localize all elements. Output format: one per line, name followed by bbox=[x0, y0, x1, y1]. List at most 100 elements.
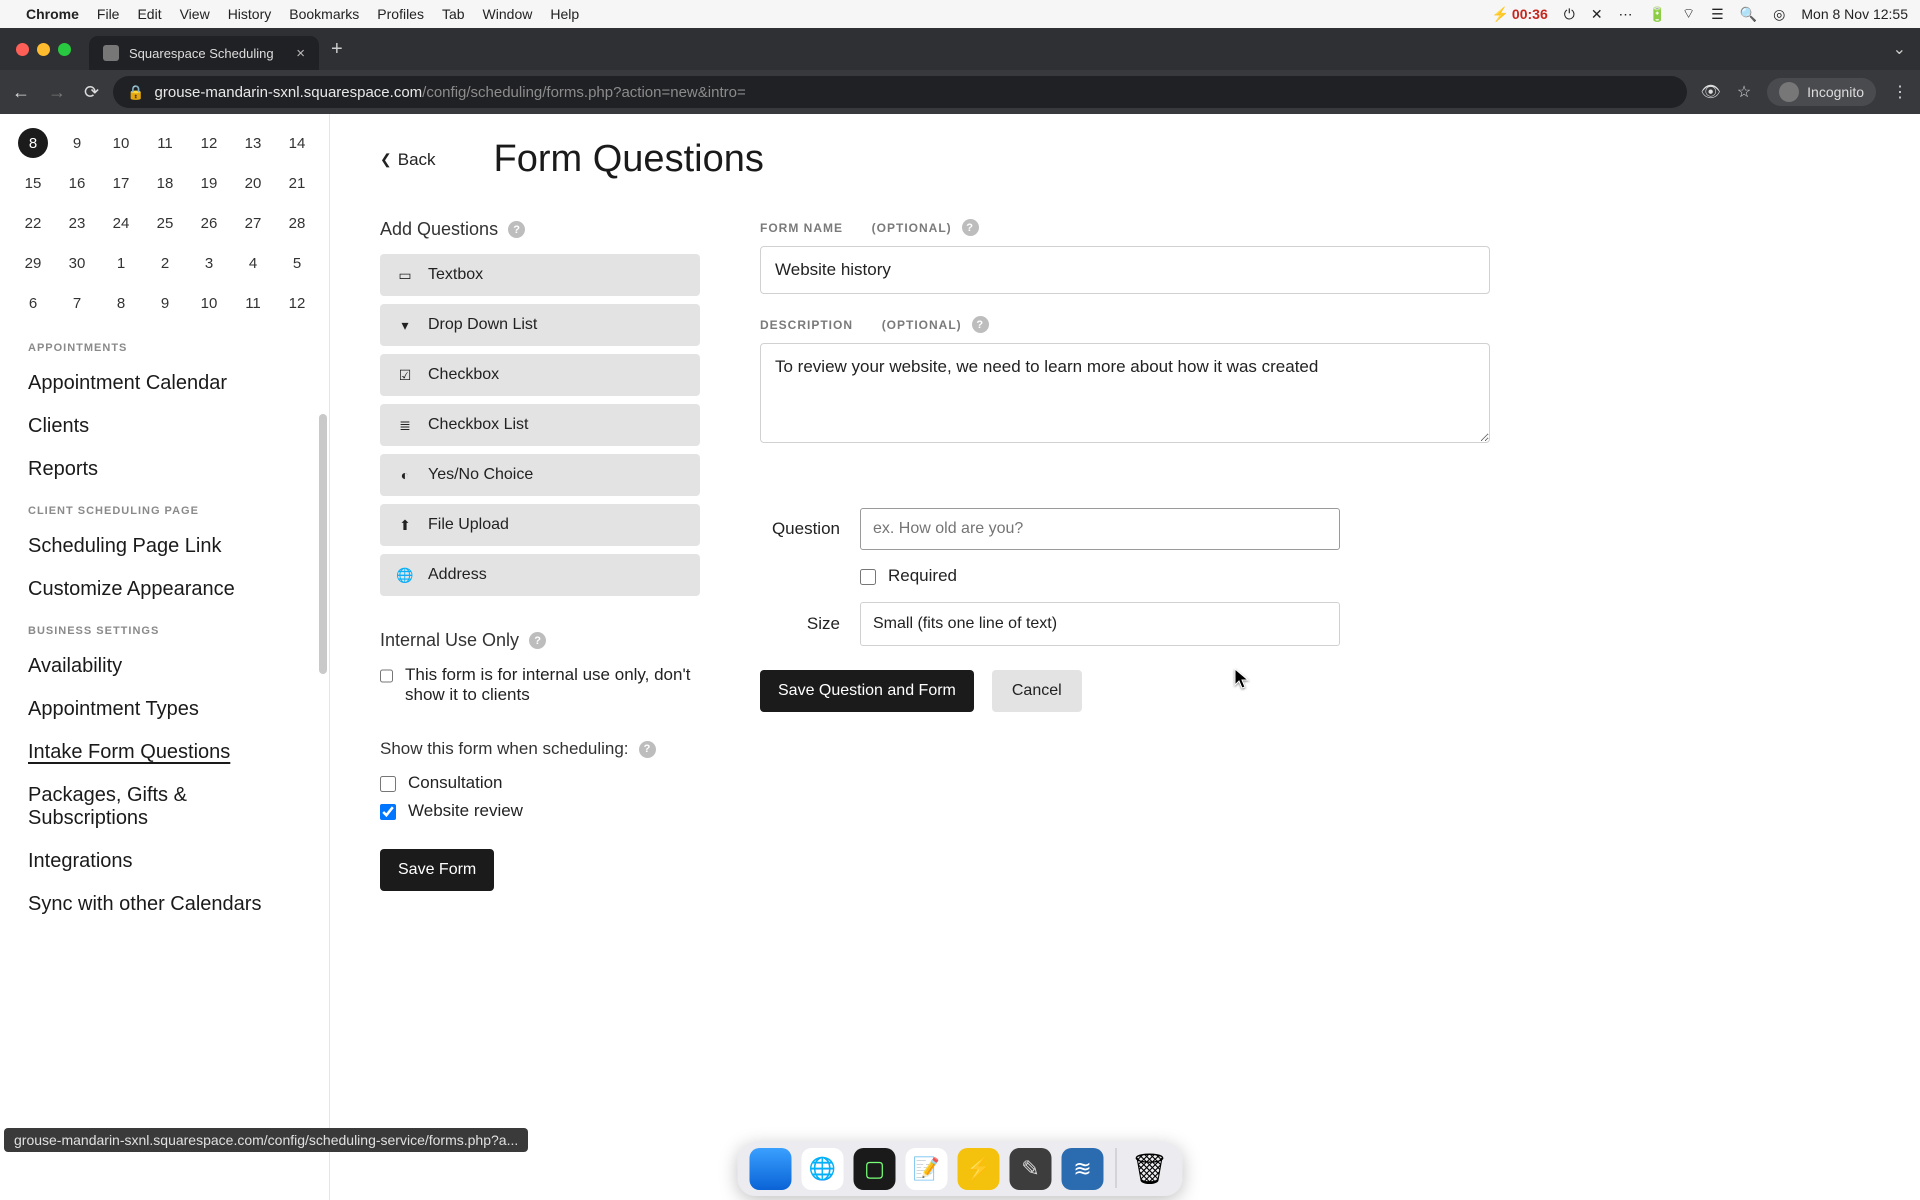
form-name-input[interactable] bbox=[760, 246, 1490, 294]
question-type-button[interactable]: ⬆File Upload bbox=[380, 504, 700, 546]
calendar-day[interactable]: 14 bbox=[282, 128, 312, 158]
calendar-day[interactable]: 12 bbox=[282, 288, 312, 318]
nav-back-icon[interactable]: ← bbox=[12, 82, 30, 103]
calendar-day[interactable]: 13 bbox=[238, 128, 268, 158]
tabs-overflow-icon[interactable]: ⌄ bbox=[1893, 39, 1906, 59]
sidebar-item[interactable]: Appointment Calendar bbox=[0, 362, 329, 405]
sidebar-scrollbar[interactable] bbox=[319, 414, 327, 674]
menu-file[interactable]: File bbox=[97, 6, 120, 22]
calendar-day[interactable]: 30 bbox=[62, 248, 92, 278]
required-checkbox[interactable] bbox=[860, 569, 876, 585]
calendar-day[interactable]: 11 bbox=[238, 288, 268, 318]
menu-view[interactable]: View bbox=[180, 6, 210, 22]
dock-trash-icon[interactable]: 🗑 bbox=[1129, 1148, 1171, 1190]
window-maximize-button[interactable] bbox=[58, 43, 71, 56]
calendar-day[interactable]: 9 bbox=[150, 288, 180, 318]
tab-close-icon[interactable]: × bbox=[296, 45, 305, 62]
calendar-day[interactable]: 8 bbox=[18, 128, 48, 158]
browser-tab[interactable]: Squarespace Scheduling × bbox=[89, 36, 319, 70]
sidebar-item[interactable]: Clients bbox=[0, 405, 329, 448]
statusbar-icon[interactable]: ✕ bbox=[1591, 6, 1603, 23]
calendar-day[interactable]: 9 bbox=[62, 128, 92, 158]
menu-bookmarks[interactable]: Bookmarks bbox=[289, 6, 359, 22]
menubar-clock[interactable]: Mon 8 Nov 12:55 bbox=[1801, 6, 1908, 22]
control-center-icon[interactable]: ☰ bbox=[1711, 6, 1724, 23]
size-select[interactable]: Small (fits one line of text) bbox=[860, 602, 1340, 646]
schedule-option-row[interactable]: Website review bbox=[380, 801, 700, 821]
question-input[interactable] bbox=[860, 508, 1340, 550]
calendar-day[interactable]: 22 bbox=[18, 208, 48, 238]
help-icon[interactable]: ? bbox=[508, 221, 525, 238]
calendar-day[interactable]: 18 bbox=[150, 168, 180, 198]
calendar-day[interactable]: 23 bbox=[62, 208, 92, 238]
siri-icon[interactable]: ◎ bbox=[1773, 6, 1785, 23]
address-bar[interactable]: 🔒 grouse-mandarin-sxnl.squarespace.com/c… bbox=[113, 76, 1686, 108]
calendar-day[interactable]: 21 bbox=[282, 168, 312, 198]
calendar-day[interactable]: 2 bbox=[150, 248, 180, 278]
calendar-day[interactable]: 25 bbox=[150, 208, 180, 238]
calendar-day[interactable]: 4 bbox=[238, 248, 268, 278]
save-question-button[interactable]: Save Question and Form bbox=[760, 670, 974, 712]
sidebar-item[interactable]: Sync with other Calendars bbox=[0, 883, 329, 926]
calendar-day[interactable]: 28 bbox=[282, 208, 312, 238]
new-tab-button[interactable]: + bbox=[331, 38, 343, 61]
menu-tab[interactable]: Tab bbox=[442, 6, 465, 22]
dock-terminal-icon[interactable]: ▢ bbox=[854, 1148, 896, 1190]
calendar-day[interactable]: 10 bbox=[106, 128, 136, 158]
calendar-day[interactable]: 15 bbox=[18, 168, 48, 198]
question-type-button[interactable]: ▾Drop Down List bbox=[380, 304, 700, 346]
help-icon[interactable]: ? bbox=[529, 632, 546, 649]
help-icon[interactable]: ? bbox=[962, 219, 979, 236]
dock-finder-icon[interactable] bbox=[750, 1148, 792, 1190]
help-icon[interactable]: ? bbox=[639, 741, 656, 758]
calendar-day[interactable]: 6 bbox=[18, 288, 48, 318]
wifi-icon[interactable]: ⌔ bbox=[1682, 5, 1695, 23]
dock-textedit-icon[interactable]: ✎ bbox=[1010, 1148, 1052, 1190]
menu-window[interactable]: Window bbox=[483, 6, 533, 22]
dock-vscode-icon[interactable]: ≋ bbox=[1062, 1148, 1104, 1190]
battery-status[interactable]: ⚡00:36 bbox=[1491, 6, 1547, 23]
schedule-option-row[interactable]: Consultation bbox=[380, 773, 700, 793]
description-input[interactable] bbox=[760, 343, 1490, 443]
calendar-day[interactable]: 17 bbox=[106, 168, 136, 198]
chrome-menu-icon[interactable]: ⋮ bbox=[1892, 82, 1908, 102]
incognito-eye-icon[interactable]: 👁 bbox=[1701, 82, 1721, 102]
schedule-option-checkbox[interactable] bbox=[380, 804, 396, 820]
internal-use-checkbox-row[interactable]: This form is for internal use only, don'… bbox=[380, 665, 700, 705]
required-checkbox-row[interactable]: Required bbox=[860, 566, 1490, 586]
calendar-day[interactable]: 11 bbox=[150, 128, 180, 158]
calendar-day[interactable]: 5 bbox=[282, 248, 312, 278]
menubar-app-name[interactable]: Chrome bbox=[26, 6, 79, 22]
sidebar-item[interactable]: Reports bbox=[0, 448, 329, 491]
menu-edit[interactable]: Edit bbox=[137, 6, 161, 22]
help-icon[interactable]: ? bbox=[972, 316, 989, 333]
question-type-button[interactable]: ☑Checkbox bbox=[380, 354, 700, 396]
question-type-button[interactable]: ◐Yes/No Choice bbox=[380, 454, 700, 496]
sidebar-item[interactable]: Packages, Gifts & Subscriptions bbox=[0, 774, 329, 840]
spotlight-icon[interactable]: 🔍 bbox=[1740, 6, 1757, 23]
calendar-day[interactable]: 1 bbox=[106, 248, 136, 278]
question-type-button[interactable]: ▭Textbox bbox=[380, 254, 700, 296]
calendar-day[interactable]: 24 bbox=[106, 208, 136, 238]
sidebar-item[interactable]: Scheduling Page Link bbox=[0, 525, 329, 568]
dock-chrome-icon[interactable]: 🌐 bbox=[802, 1148, 844, 1190]
incognito-badge[interactable]: Incognito bbox=[1767, 78, 1876, 106]
dock-notes-icon[interactable]: 📝 bbox=[906, 1148, 948, 1190]
statusbar-icon[interactable]: ⏻ bbox=[1564, 6, 1575, 23]
menu-help[interactable]: Help bbox=[550, 6, 579, 22]
schedule-option-checkbox[interactable] bbox=[380, 776, 396, 792]
calendar-day[interactable]: 16 bbox=[62, 168, 92, 198]
calendar-day[interactable]: 26 bbox=[194, 208, 224, 238]
question-type-button[interactable]: ≣Checkbox List bbox=[380, 404, 700, 446]
question-type-button[interactable]: 🌐Address bbox=[380, 554, 700, 596]
calendar-day[interactable]: 27 bbox=[238, 208, 268, 238]
sidebar-item[interactable]: Customize Appearance bbox=[0, 568, 329, 611]
sidebar-item[interactable]: Appointment Types bbox=[0, 688, 329, 731]
back-button[interactable]: ❮ Back bbox=[380, 150, 436, 170]
menu-history[interactable]: History bbox=[228, 6, 272, 22]
sidebar-item[interactable]: Intake Form Questions bbox=[0, 731, 329, 774]
sidebar-item[interactable]: Availability bbox=[0, 645, 329, 688]
calendar-day[interactable]: 19 bbox=[194, 168, 224, 198]
calendar-day[interactable]: 8 bbox=[106, 288, 136, 318]
cancel-button[interactable]: Cancel bbox=[992, 670, 1082, 712]
